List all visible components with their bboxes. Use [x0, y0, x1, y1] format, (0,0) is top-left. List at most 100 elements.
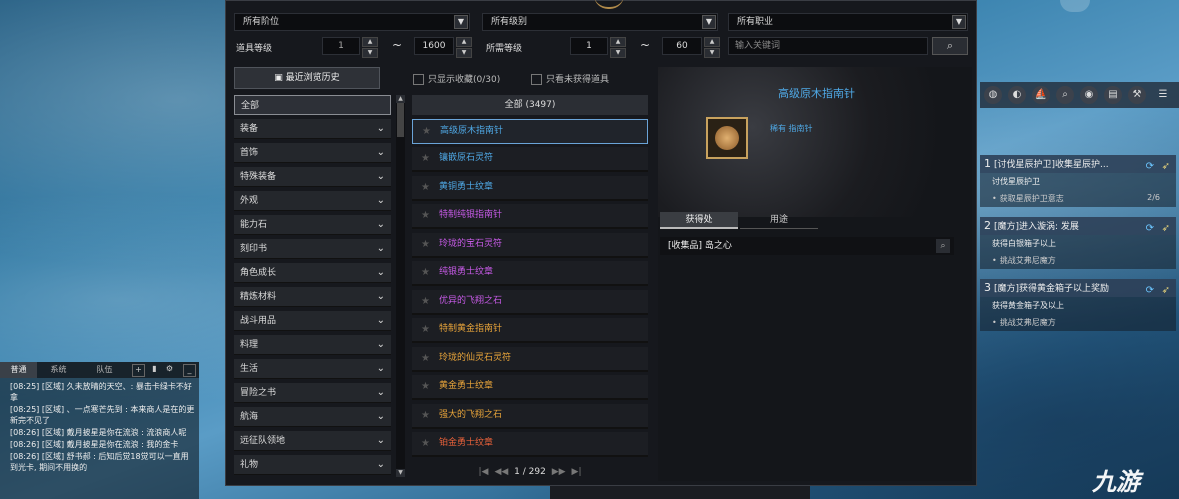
item-row[interactable]: ★ 特制纯银指南针 [412, 204, 648, 229]
quest-tracker-3[interactable]: 3[魔方]获得黄金箱子以上奖励⟳➶ 获得黄金箱子及以上 挑战艾弗尼魔方 [980, 279, 1176, 331]
category-item[interactable]: 角色成长 ⌄ [234, 263, 391, 283]
pager-next-icon[interactable]: ▶▶ [552, 467, 566, 477]
keyword-search-input[interactable]: 输入关键词 [728, 37, 928, 55]
quest-header[interactable]: 2 [魔方]进入漩涡: 发展 ⟳ ➶ [980, 217, 1176, 235]
chat-tab-general[interactable]: 普通 [0, 362, 37, 378]
search-button[interactable]: ⌕ [932, 37, 968, 55]
category-item[interactable]: 冒险之书 ⌄ [234, 383, 391, 403]
category-item[interactable]: 特殊装备 ⌄ [234, 167, 391, 187]
category-item[interactable]: 航海 ⌄ [234, 407, 391, 427]
spinner-up-icon[interactable]: ▲ [456, 37, 472, 47]
magnifier-icon[interactable]: ⌕ [936, 239, 950, 253]
category-item[interactable]: 首饰 ⌄ [234, 143, 391, 163]
class-select[interactable]: 所有职业 ▼ [728, 13, 968, 31]
category-item[interactable]: 外观 ⌄ [234, 191, 391, 211]
star-icon[interactable]: ★ [421, 261, 430, 284]
item-row[interactable]: ★ 强大的飞翔之石 [412, 404, 648, 429]
scroll-up-icon[interactable]: ▲ [396, 95, 405, 103]
item-row[interactable]: ★ 玲珑的仙灵石灵符 [412, 347, 648, 372]
category-item[interactable]: 能力石 ⌄ [234, 215, 391, 235]
favorites-checkbox[interactable]: 只显示收藏(0/30) [413, 72, 500, 85]
dropdown-arrow-icon[interactable]: ▼ [952, 15, 966, 29]
hud-list-icon[interactable]: ☰ [1154, 86, 1172, 104]
pager-prev-icon[interactable]: ◀◀ [494, 467, 508, 477]
item-level-max-spinner[interactable]: ▲ ▼ [456, 37, 472, 58]
chat-tab-system[interactable]: 系统 [40, 362, 77, 378]
item-row[interactable]: ★ 黄铜勇士纹章 [412, 176, 648, 201]
item-row[interactable]: ★ 玲珑的宝石灵符 [412, 233, 648, 258]
source-row[interactable]: [收集品] 岛之心 ⌕ [660, 237, 954, 255]
required-level-min-input[interactable]: 1 [570, 37, 608, 55]
gear-icon[interactable]: ⚙ [164, 364, 175, 375]
star-icon[interactable]: ★ [421, 347, 430, 370]
history-button[interactable]: ▣ 最近浏览历史 [234, 67, 380, 89]
spinner-down-icon[interactable]: ▼ [362, 48, 378, 58]
hud-hammer-icon[interactable]: ⚒ [1128, 86, 1146, 104]
hud-gift-icon[interactable]: ▤ [1104, 86, 1122, 104]
star-icon[interactable]: ★ [421, 233, 430, 256]
item-row[interactable]: ★ 特制黄金指南针 [412, 318, 648, 343]
spinner-down-icon[interactable]: ▼ [704, 48, 720, 58]
spinner-up-icon[interactable]: ▲ [362, 37, 378, 47]
minimize-icon[interactable]: _ [183, 364, 196, 377]
category-item[interactable]: 装备 ⌄ [234, 119, 391, 139]
hud-compass-icon[interactable]: ◐ [1008, 86, 1026, 104]
required-level-max-input[interactable]: 60 [662, 37, 702, 55]
star-icon[interactable]: ★ [421, 176, 430, 199]
hud-menu-icon[interactable]: ◍ [984, 86, 1002, 104]
item-row[interactable]: ★ 黄金勇士纹章 [412, 375, 648, 400]
star-icon[interactable]: ★ [422, 120, 431, 143]
star-icon[interactable]: ★ [421, 204, 430, 227]
dropdown-arrow-icon[interactable]: ▼ [702, 15, 716, 29]
category-item[interactable]: 战斗用品 ⌄ [234, 311, 391, 331]
scroll-thumb[interactable] [397, 103, 404, 137]
tab-source[interactable]: 获得处 [660, 212, 738, 229]
checkbox-box[interactable] [531, 74, 542, 85]
quest-tracker-2[interactable]: 2[魔方]进入漩涡: 发展⟳➶ 获得白银箱子以上 挑战艾弗尼魔方 [980, 217, 1176, 269]
item-level-max-input[interactable]: 1600 [414, 37, 454, 55]
add-chat-tab-icon[interactable]: + [132, 364, 145, 377]
hud-ship-icon[interactable]: ⛵ [1032, 86, 1050, 104]
category-item[interactable]: 远征队领地 ⌄ [234, 431, 391, 451]
category-item[interactable]: 生活 ⌄ [234, 359, 391, 379]
item-row[interactable]: ★ 铂金勇士纹章 [412, 432, 648, 457]
category-item[interactable]: 礼物 ⌄ [234, 455, 391, 475]
star-icon[interactable]: ★ [421, 432, 430, 455]
star-icon[interactable]: ★ [421, 290, 430, 313]
hud-camera-icon[interactable]: ◉ [1080, 86, 1098, 104]
item-row[interactable]: ★ 优异的飞翔之石 [412, 290, 648, 315]
item-row[interactable]: ★ 镶嵌原石灵符 [412, 147, 648, 172]
star-icon[interactable]: ★ [421, 404, 430, 427]
required-level-max-spinner[interactable]: ▲ ▼ [704, 37, 720, 58]
quest-tracker-1[interactable]: 1[讨伐星辰护卫]收集星辰护...⟳➶ 讨伐星辰护卫 获取星辰护卫意志 2/6 [980, 155, 1176, 207]
grade-select[interactable]: 所有级别 ▼ [482, 13, 718, 31]
category-item[interactable]: 料理 ⌄ [234, 335, 391, 355]
unobtained-checkbox[interactable]: 只看未获得道具 [531, 72, 609, 85]
star-icon[interactable]: ★ [421, 147, 430, 170]
scroll-down-icon[interactable]: ▼ [396, 469, 405, 477]
spinner-up-icon[interactable]: ▲ [704, 37, 720, 47]
pager-last-icon[interactable]: ▶| [572, 467, 582, 477]
item-level-min-spinner[interactable]: ▲ ▼ [362, 37, 378, 58]
category-scrollbar[interactable]: ▲ ▼ [396, 95, 405, 477]
quest-header[interactable]: 3 [魔方]获得黄金箱子以上奖励 ⟳ ➶ [980, 279, 1176, 297]
item-row[interactable]: ★ 纯银勇士纹章 [412, 261, 648, 286]
tier-select[interactable]: 所有阶位 ▼ [234, 13, 470, 31]
checkbox-box[interactable] [413, 74, 424, 85]
item-row[interactable]: ★ 高级原木指南针 [412, 119, 648, 144]
star-icon[interactable]: ★ [421, 318, 430, 341]
quest-header[interactable]: 1 [讨伐星辰护卫]收集星辰护... ⟳ ➶ [980, 155, 1176, 173]
spinner-up-icon[interactable]: ▲ [610, 37, 626, 47]
category-all[interactable]: 全部 [234, 95, 391, 115]
pager-first-icon[interactable]: |◀ [478, 467, 488, 477]
chat-tab-party[interactable]: 队伍 [86, 362, 123, 378]
lock-icon[interactable]: ▮ [149, 364, 160, 375]
spinner-down-icon[interactable]: ▼ [610, 48, 626, 58]
spinner-down-icon[interactable]: ▼ [456, 48, 472, 58]
category-item[interactable]: 刻印书 ⌄ [234, 239, 391, 259]
hud-search-icon[interactable]: ⌕ [1056, 86, 1074, 104]
required-level-min-spinner[interactable]: ▲ ▼ [610, 37, 626, 58]
dropdown-arrow-icon[interactable]: ▼ [454, 15, 468, 29]
star-icon[interactable]: ★ [421, 375, 430, 398]
item-level-min-input[interactable]: 1 [322, 37, 360, 55]
